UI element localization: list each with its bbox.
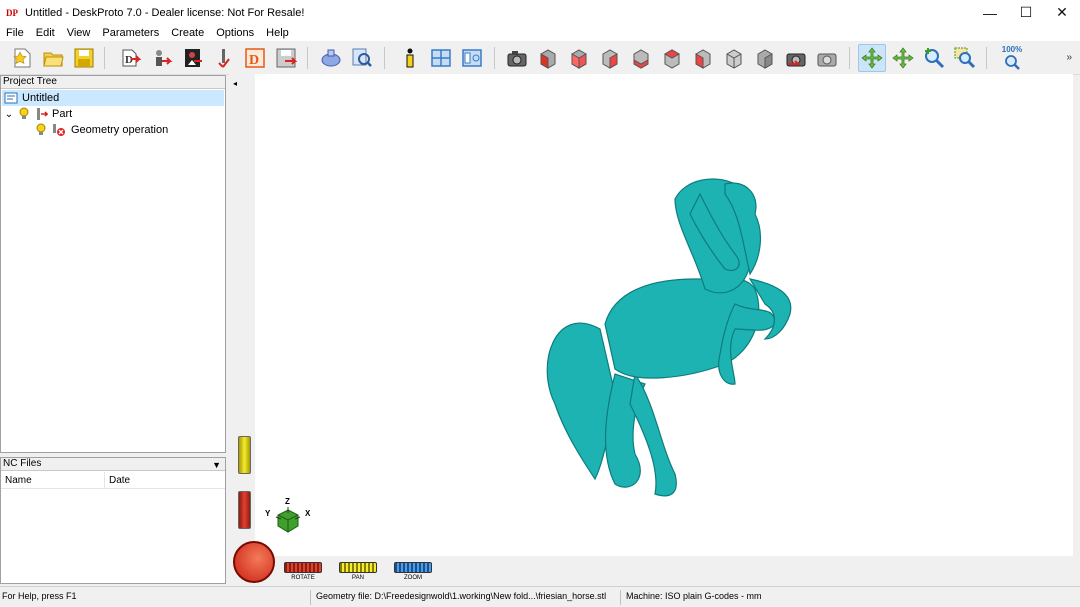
- save-disk-icon[interactable]: [70, 44, 98, 72]
- save-nc-icon[interactable]: [272, 44, 300, 72]
- pan-mode-icon[interactable]: [889, 44, 917, 72]
- project-tree-header: Project Tree: [1, 76, 225, 89]
- menu-file[interactable]: File: [0, 27, 30, 39]
- status-help-text: For Help, press F1: [2, 591, 77, 601]
- toolbar-overflow-button[interactable]: »: [1066, 52, 1072, 63]
- tree-item-geometry-operation[interactable]: Geometry operation: [35, 122, 168, 138]
- title-bar: DP Untitled - DeskProto 7.0 - Dealer lic…: [0, 0, 1080, 25]
- geometry-operation-error-icon: [53, 124, 65, 136]
- toolbar-separator: [384, 47, 385, 69]
- zoom-wheel-label: ZOOM: [404, 575, 422, 581]
- dropdown-arrow-icon[interactable]: ▼: [212, 459, 221, 471]
- pan-wheel[interactable]: [339, 562, 377, 573]
- rotate-slider[interactable]: [238, 491, 251, 529]
- minimize-button[interactable]: —: [972, 0, 1008, 25]
- camera-refresh-icon[interactable]: [782, 44, 810, 72]
- view-back-icon[interactable]: [596, 44, 624, 72]
- status-geometry-file: Geometry file: D:\Freedesignwold\1.worki…: [316, 591, 607, 601]
- preview-icon[interactable]: [348, 44, 376, 72]
- status-machine: Machine: ISO plain G-codes - mm: [626, 591, 762, 601]
- nc-files-header[interactable]: NC Files ▼: [1, 458, 225, 471]
- camera-settings-icon[interactable]: [813, 44, 841, 72]
- vector-import-icon[interactable]: [148, 44, 176, 72]
- part-icon: [37, 108, 48, 120]
- simulation-icon[interactable]: [317, 44, 345, 72]
- menu-bar: File Edit View Parameters Create Options…: [0, 25, 1080, 41]
- view-side-icon[interactable]: [751, 44, 779, 72]
- toolbar-separator: [494, 47, 495, 69]
- close-button[interactable]: ✕: [1044, 0, 1080, 25]
- horse-model[interactable]: [255, 74, 1073, 556]
- column-header-name[interactable]: Name: [1, 472, 105, 489]
- menu-create[interactable]: Create: [165, 27, 210, 39]
- new-file-icon[interactable]: [8, 44, 36, 72]
- toolbar-separator: [307, 47, 308, 69]
- lightbulb-icon[interactable]: [35, 123, 47, 137]
- axis-label-z: Z: [285, 497, 290, 506]
- open-folder-icon[interactable]: [39, 44, 67, 72]
- toolbar: D D 100% »: [0, 41, 1080, 75]
- zoom-mode-icon[interactable]: [920, 44, 948, 72]
- project-tree-panel: Project Tree Untitled ⌄ Part Geometry op…: [0, 75, 226, 453]
- pan-wheel-label: PAN: [352, 575, 364, 581]
- view-bottom-icon[interactable]: [689, 44, 717, 72]
- toolbar-separator: [849, 47, 850, 69]
- pan-slider[interactable]: [238, 436, 251, 474]
- 3d-viewport[interactable]: [255, 74, 1073, 556]
- toolbar-separator: [104, 47, 105, 69]
- rotate-dial[interactable]: [233, 541, 275, 583]
- tree-item-label: Geometry operation: [71, 124, 169, 136]
- nc-files-column-headers: Name Date: [1, 472, 225, 489]
- nc-files-panel: NC Files ▼ Name Date: [0, 457, 226, 584]
- window-layout-icon[interactable]: [427, 44, 455, 72]
- menu-options[interactable]: Options: [210, 27, 260, 39]
- view-left-icon[interactable]: [627, 44, 655, 72]
- window-controls: — ☐ ✕: [972, 0, 1080, 25]
- rotate-wheel[interactable]: [284, 562, 322, 573]
- menu-parameters[interactable]: Parameters: [96, 27, 165, 39]
- lightbulb-icon[interactable]: [18, 107, 30, 121]
- drawing-icon[interactable]: D: [241, 44, 269, 72]
- zoom-window-icon[interactable]: [951, 44, 979, 72]
- tree-item-label: Untitled: [22, 92, 60, 104]
- rotate-wheel-label: ROTATE: [291, 575, 315, 581]
- view-iso-icon[interactable]: [720, 44, 748, 72]
- panel-view-icon[interactable]: [458, 44, 486, 72]
- bitmap-import-icon[interactable]: [179, 44, 207, 72]
- menu-view[interactable]: View: [61, 27, 97, 39]
- app-logo-icon: DP: [6, 7, 18, 18]
- collapse-panel-arrow-icon[interactable]: ◂: [233, 79, 237, 88]
- svg-text:D: D: [249, 53, 259, 68]
- column-header-date[interactable]: Date: [105, 472, 225, 489]
- info-icon[interactable]: [396, 44, 424, 72]
- zoom-percent-label: 100%: [1001, 45, 1023, 54]
- zoom-100-icon[interactable]: 100%: [998, 44, 1026, 72]
- toolbar-separator: [986, 47, 987, 69]
- menu-help[interactable]: Help: [260, 27, 295, 39]
- tree-item-label: Part: [52, 108, 73, 120]
- axis-label-y: Y: [265, 509, 271, 518]
- zoom-wheel[interactable]: [394, 562, 432, 573]
- tree-item-untitled[interactable]: Untitled: [2, 90, 224, 106]
- status-divider: [620, 590, 621, 605]
- menu-edit[interactable]: Edit: [30, 27, 61, 39]
- view-top-icon[interactable]: [658, 44, 686, 72]
- tree-item-part[interactable]: ⌄ Part: [2, 106, 72, 122]
- expand-chevron-icon[interactable]: ⌄: [2, 109, 16, 120]
- view-front-icon[interactable]: [534, 44, 562, 72]
- rotate-mode-icon[interactable]: [858, 44, 886, 72]
- maximize-button[interactable]: ☐: [1008, 0, 1044, 25]
- geometry-import-icon[interactable]: D: [116, 44, 144, 72]
- status-divider: [310, 590, 311, 605]
- status-bar: For Help, press F1 Geometry file: D:\Fre…: [0, 586, 1080, 607]
- nc-files-title: NC Files: [3, 458, 42, 469]
- view-right-icon[interactable]: [565, 44, 593, 72]
- tool-icon[interactable]: [210, 44, 238, 72]
- project-icon: [4, 92, 18, 104]
- axis-cube-icon: [275, 507, 301, 533]
- axis-label-x: X: [305, 509, 311, 518]
- camera-icon[interactable]: [503, 44, 531, 72]
- window-title: Untitled - DeskProto 7.0 - Dealer licens…: [25, 6, 305, 19]
